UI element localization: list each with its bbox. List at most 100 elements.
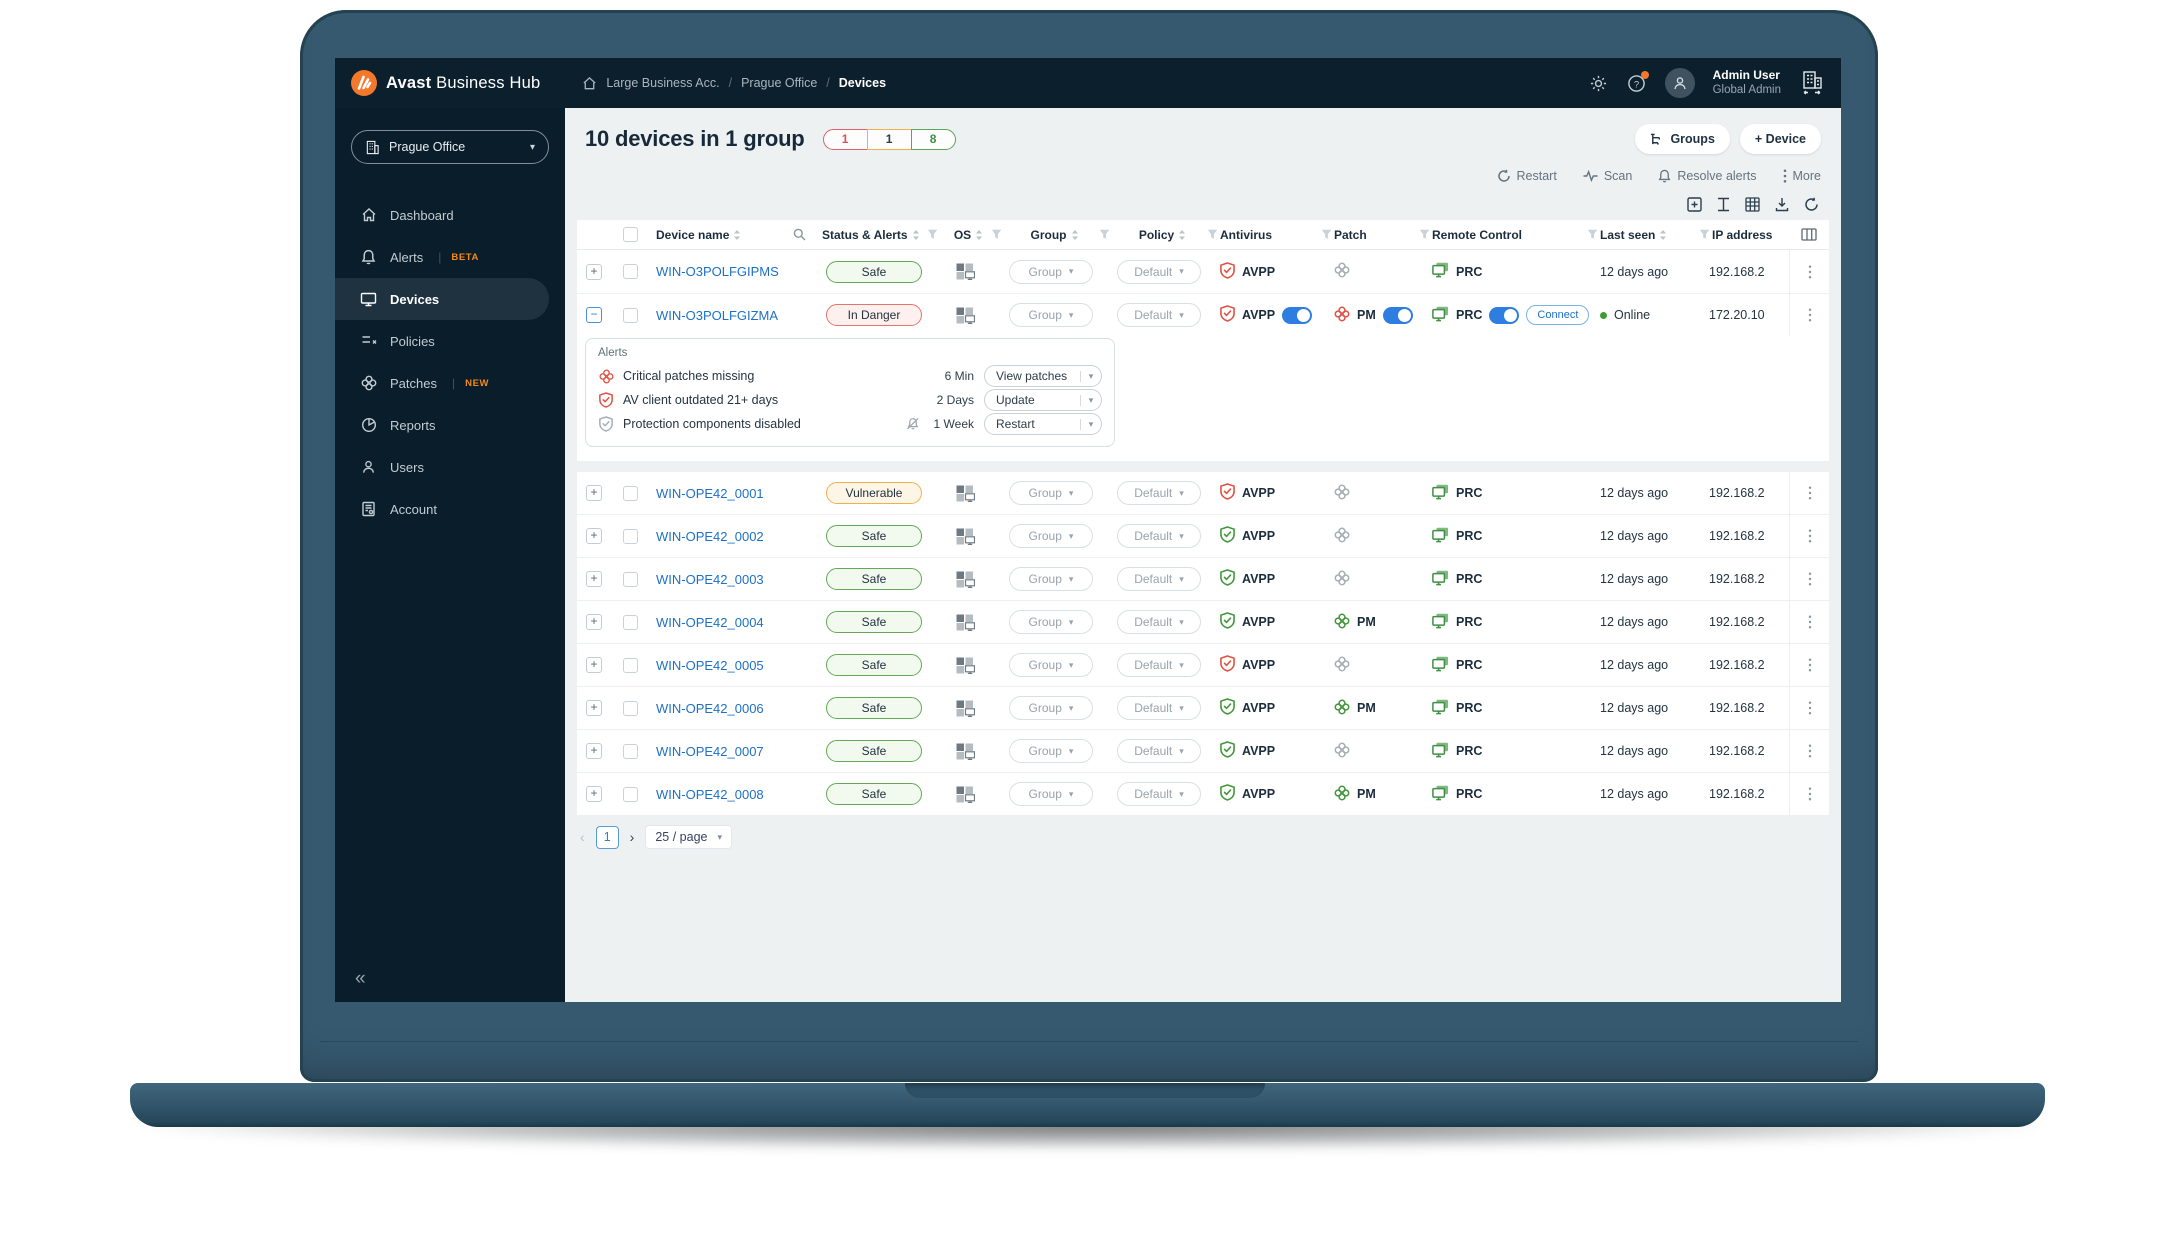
group-dropdown[interactable]: Group ▾ [1009,259,1093,284]
expand-row-button[interactable]: + [586,743,602,759]
row-menu-icon[interactable] [1789,687,1829,729]
device-name-link[interactable]: WIN-OPE42_0001 [656,486,764,501]
expand-all-icon[interactable] [1687,197,1702,212]
row-menu-icon[interactable] [1789,773,1829,815]
sidebar-item-patches[interactable]: Patches | NEW [335,362,565,404]
device-name-link[interactable]: WIN-OPE42_0006 [656,701,764,716]
row-checkbox[interactable] [622,528,638,544]
device-name-link[interactable]: WIN-OPE42_0002 [656,529,764,544]
policy-dropdown[interactable]: Default ▾ [1117,696,1201,720]
search-icon[interactable] [793,228,806,241]
restart-action[interactable]: Restart [1497,169,1557,183]
column-settings-icon[interactable] [1801,228,1817,241]
company-switcher-icon[interactable] [1799,70,1825,96]
expand-row-button[interactable]: + [586,528,602,544]
row-menu-icon[interactable] [1789,730,1829,772]
device-name-link[interactable]: WIN-OPE42_0003 [656,572,764,587]
org-selector[interactable]: Prague Office ▾ [351,130,549,164]
row-menu-icon[interactable] [1789,472,1829,514]
policy-dropdown[interactable]: Default ▾ [1117,653,1201,677]
column-header-group[interactable]: Group [997,220,1110,249]
sidebar-item-users[interactable]: Users [335,446,565,488]
column-header-policy[interactable]: Policy [1105,220,1218,249]
sidebar-item-policies[interactable]: Policies [335,320,565,362]
row-checkbox[interactable] [622,264,638,279]
antivirus-toggle[interactable] [1282,306,1313,324]
settings-gear-icon[interactable] [1589,73,1609,93]
help-icon[interactable]: ? [1627,71,1649,93]
group-dropdown[interactable]: Group ▾ [1009,610,1093,634]
group-dropdown[interactable]: Group ▾ [1009,567,1093,591]
row-menu-icon[interactable] [1789,558,1829,600]
policy-dropdown[interactable]: Default ▾ [1117,524,1201,548]
device-name-link[interactable]: WIN-OPE42_0005 [656,658,764,673]
expand-row-button[interactable]: + [586,485,602,501]
refresh-icon[interactable] [1804,197,1819,212]
avatar[interactable] [1664,68,1695,98]
group-dropdown[interactable]: Group ▾ [1009,696,1093,720]
connect-button[interactable]: Connect [1526,305,1590,325]
alert-action-button[interactable]: Update ▾ [984,389,1102,411]
row-menu-icon[interactable] [1789,294,1829,336]
current-page-button[interactable]: 1 [595,825,619,849]
prev-page-icon[interactable]: ‹ [580,829,585,845]
policy-dropdown[interactable]: Default ▾ [1117,782,1201,806]
policy-dropdown[interactable]: Default ▾ [1117,259,1201,284]
sort-icon[interactable] [1071,229,1079,241]
row-checkbox[interactable] [622,307,638,323]
policy-dropdown[interactable]: Default ▾ [1117,481,1201,505]
export-download-icon[interactable] [1775,197,1789,212]
group-dropdown[interactable]: Group ▾ [1009,481,1093,505]
row-checkbox[interactable] [622,700,638,716]
patch-toggle[interactable] [1382,306,1413,324]
row-menu-icon[interactable] [1789,515,1829,557]
row-menu-icon[interactable] [1789,250,1829,293]
page-size-select[interactable]: 25 / page ▾ [645,825,733,849]
policy-dropdown[interactable]: Default ▾ [1117,610,1201,634]
row-checkbox[interactable] [622,571,638,587]
expand-row-button[interactable]: + [586,263,602,280]
add-device-button[interactable]: + Device [1739,124,1821,154]
group-dropdown[interactable]: Group ▾ [1009,303,1093,327]
groups-button[interactable]: Groups [1635,124,1730,154]
column-header-device-name[interactable]: Device name [649,220,815,249]
device-name-link[interactable]: WIN-O3POLFGIPMS [656,264,779,279]
sidebar-item-devices[interactable]: Devices [335,278,549,320]
group-dropdown[interactable]: Group ▾ [1009,653,1093,677]
policy-dropdown[interactable]: Default ▾ [1117,567,1201,591]
remote-control-toggle[interactable] [1489,306,1520,324]
policy-dropdown[interactable]: Default ▾ [1117,303,1201,327]
row-menu-icon[interactable] [1789,644,1829,686]
expand-row-button[interactable]: + [586,700,602,716]
row-checkbox[interactable] [622,743,638,759]
row-checkbox[interactable] [622,786,638,802]
sort-icon[interactable] [912,229,920,241]
expand-row-button[interactable]: + [586,657,602,673]
sidebar-item-dashboard[interactable]: Dashboard [335,194,565,236]
sidebar-item-alerts[interactable]: Alerts | BETA [335,236,565,278]
row-height-icon[interactable] [1717,197,1730,212]
next-page-icon[interactable]: › [630,829,635,845]
alert-action-button[interactable]: View patches ▾ [984,365,1102,387]
table-view-icon[interactable] [1745,197,1760,212]
alert-action-button[interactable]: Restart ▾ [984,413,1102,435]
collapse-row-button[interactable]: − [586,307,602,323]
breadcrumb-item[interactable]: Large Business Acc. [606,76,719,90]
sidebar-collapse-icon[interactable]: « [355,968,366,990]
row-checkbox[interactable] [622,485,638,501]
group-dropdown[interactable]: Group ▾ [1009,739,1093,763]
row-checkbox[interactable] [622,657,638,673]
column-header-os[interactable]: OS [933,220,1002,249]
sidebar-item-account[interactable]: Account [335,488,565,530]
row-checkbox[interactable] [622,614,638,630]
breadcrumb-item[interactable]: Prague Office [741,76,817,90]
expand-row-button[interactable]: + [586,571,602,587]
sort-icon[interactable] [975,229,983,241]
device-name-link[interactable]: WIN-OPE42_0008 [656,787,764,802]
device-name-link[interactable]: WIN-O3POLFGIZMA [656,308,778,323]
device-name-link[interactable]: WIN-OPE42_0004 [656,615,764,630]
expand-row-button[interactable]: + [586,786,602,802]
sort-icon[interactable] [1178,229,1186,241]
sidebar-item-reports[interactable]: Reports [335,404,565,446]
scan-action[interactable]: Scan [1583,169,1632,183]
